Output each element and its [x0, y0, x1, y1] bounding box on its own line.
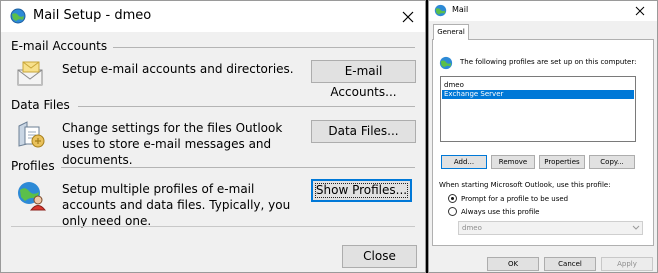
cancel-button[interactable]: Cancel — [544, 257, 596, 271]
general-tab-panel: The following profiles are set up on thi… — [432, 39, 654, 246]
radio-always-profile[interactable]: Always use this profile — [448, 206, 540, 217]
radio-button[interactable] — [448, 207, 457, 216]
add-profile-button[interactable]: Add... — [441, 155, 487, 169]
section-divider — [61, 167, 415, 168]
mail-dialog: Mail General The following profiles are … — [428, 0, 658, 273]
close-icon[interactable] — [633, 4, 647, 18]
mail-titlebar: Mail — [429, 1, 657, 21]
email-accounts-icon — [17, 61, 43, 86]
profiles-listbox[interactable]: dmeo Exchange Server — [440, 76, 636, 142]
mail-setup-titlebar: Mail Setup - dmeo — [1, 1, 425, 32]
show-profiles-button[interactable]: Show Profiles... — [311, 179, 412, 202]
mail-title: Mail — [452, 5, 469, 14]
ok-button[interactable]: OK — [487, 257, 539, 271]
combo-value: dmeo — [462, 224, 482, 232]
copy-profile-button[interactable]: Copy... — [589, 155, 635, 169]
radio-button-selected[interactable] — [448, 194, 457, 203]
mail-setup-dialog: Mail Setup - dmeo E-mail Accounts Setup … — [0, 0, 426, 273]
mail-globe-icon — [434, 4, 447, 17]
profiles-heading: Profiles — [11, 159, 55, 173]
data-files-heading: Data Files — [11, 98, 70, 112]
email-accounts-description: Setup e-mail accounts and directories. — [62, 62, 294, 76]
profiles-description: Setup multiple profiles of e-mail accoun… — [62, 182, 291, 228]
tab-general[interactable]: General — [433, 24, 469, 40]
email-accounts-heading: E-mail Accounts — [11, 39, 108, 53]
data-files-description: Change settings for the files Outlook us… — [62, 121, 283, 167]
startup-profile-label: When starting Microsoft Outlook, use thi… — [439, 181, 611, 189]
properties-button[interactable]: Properties — [539, 155, 585, 169]
data-files-icon — [18, 121, 45, 148]
radio-prompt-label: Prompt for a profile to be used — [461, 194, 569, 203]
radio-always-label: Always use this profile — [461, 207, 540, 216]
mail-globe-icon — [10, 8, 26, 24]
mail-globe-icon — [439, 56, 453, 70]
close-button[interactable]: Close — [342, 245, 417, 268]
list-item[interactable]: Exchange Server — [442, 90, 634, 99]
profiles-icon — [18, 182, 47, 211]
chevron-down-icon — [632, 225, 640, 230]
profile-combobox[interactable]: dmeo — [458, 221, 643, 235]
radio-prompt-profile[interactable]: Prompt for a profile to be used — [448, 193, 568, 204]
data-files-button[interactable]: Data Files... — [311, 120, 416, 143]
close-icon[interactable] — [397, 6, 419, 28]
mail-setup-title: Mail Setup - dmeo — [33, 8, 152, 23]
section-divider — [113, 47, 415, 48]
list-item[interactable]: dmeo — [442, 81, 634, 90]
section-divider — [78, 106, 415, 107]
profiles-intro-text: The following profiles are set up on thi… — [460, 58, 637, 66]
apply-button[interactable]: Apply — [601, 257, 653, 271]
email-accounts-button[interactable]: E-mail Accounts... — [311, 60, 416, 99]
remove-profile-button[interactable]: Remove — [491, 155, 535, 169]
footer-divider — [11, 226, 415, 227]
